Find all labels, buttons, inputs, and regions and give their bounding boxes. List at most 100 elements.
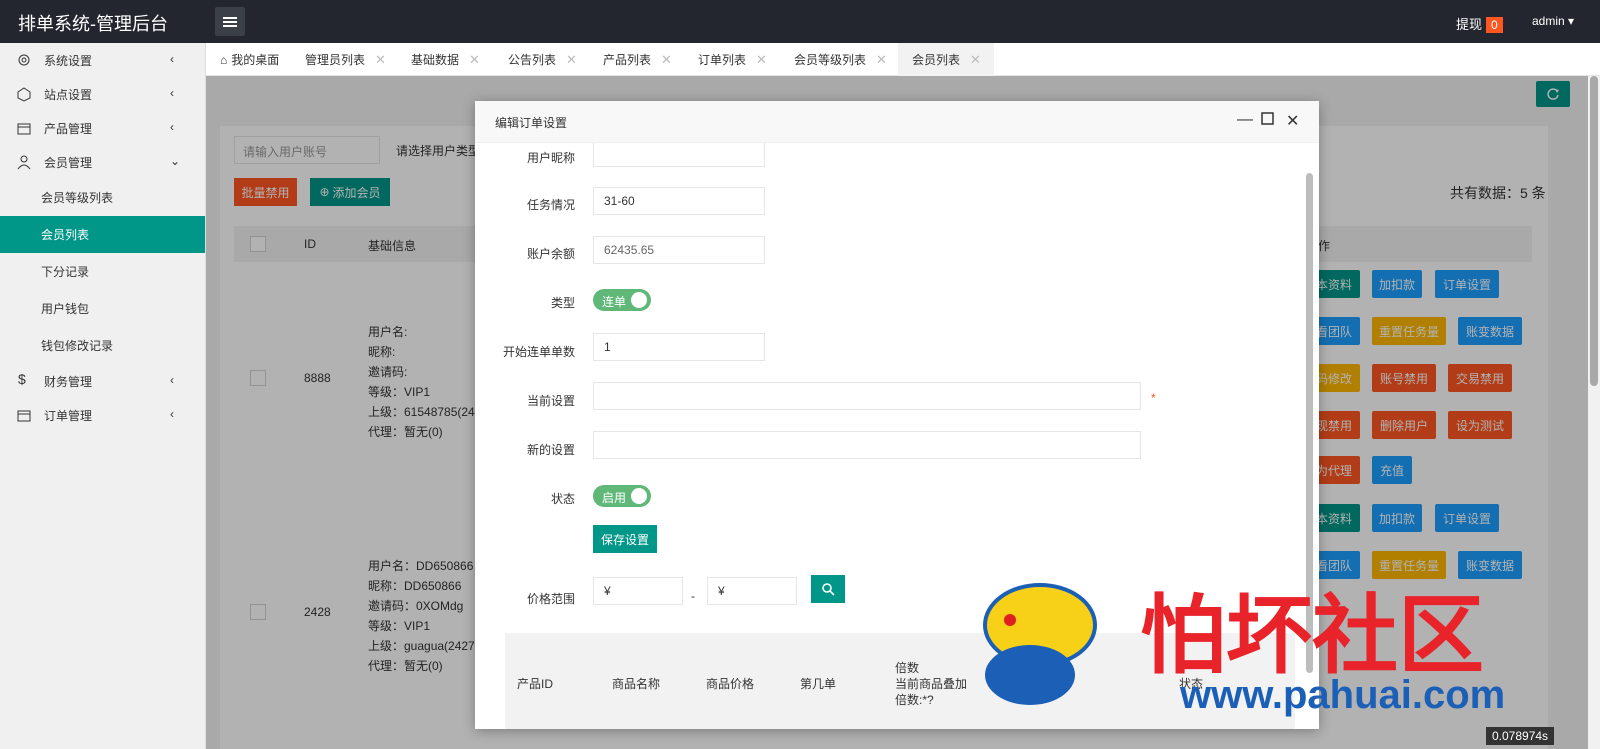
balance-input[interactable]: 62435.65	[593, 236, 765, 264]
sidebar-item-finance[interactable]: $ 财务管理 ‹	[0, 364, 205, 398]
column-header: 第几单	[800, 677, 837, 691]
column-header: 商品价格	[706, 677, 755, 691]
column-header: 倍数	[895, 661, 920, 675]
modal-title: 编辑订单设置	[495, 116, 568, 130]
tab-order-list[interactable]: 订单列表 ✕	[698, 43, 767, 76]
price-min-input[interactable]: ¥	[593, 577, 683, 605]
maximize-icon[interactable]	[1261, 112, 1274, 130]
withdraw-badge: 0	[1486, 17, 1503, 33]
sidebar-label: 会员管理	[44, 155, 93, 170]
nickname-input[interactable]	[593, 143, 765, 167]
type-switch-text: 连单	[602, 295, 627, 309]
sidebar-label: 站点设置	[44, 87, 93, 102]
close-icon[interactable]: ✕	[661, 52, 672, 68]
dollar-icon: $	[18, 371, 26, 387]
price-range-label: 价格范围	[526, 592, 575, 606]
fish-logo-icon	[983, 583, 1097, 705]
save-settings-button[interactable]: 保存设置	[593, 525, 657, 553]
column-header: 当前商品叠加	[895, 677, 968, 691]
menu-toggle-button[interactable]	[215, 7, 245, 36]
sidebar-label: 系统设置	[44, 53, 93, 68]
tab-label: 基础数据	[411, 53, 460, 67]
close-icon[interactable]: ✕	[469, 52, 480, 68]
status-switch-text: 启用	[602, 491, 627, 505]
search-button[interactable]	[811, 575, 845, 603]
switch-knob	[631, 292, 647, 308]
switch-knob	[631, 488, 647, 504]
tab-label: 我的桌面	[231, 53, 280, 67]
tab-product-list[interactable]: 产品列表 ✕	[603, 43, 672, 76]
sidebar-item-product[interactable]: 产品管理 ‹	[0, 111, 205, 145]
chevron-left-icon: ‹	[170, 373, 174, 387]
balance-label: 账户余额	[526, 247, 575, 261]
watermark-url: www.pahuai.com	[1180, 673, 1506, 717]
page-scrollbar[interactable]	[1588, 76, 1600, 749]
price-dash: -	[691, 589, 695, 603]
box-icon	[16, 120, 32, 136]
type-label: 类型	[550, 296, 575, 310]
home-icon: ⌂	[220, 52, 228, 67]
tab-bar: ⌂ 我的桌面 管理员列表 ✕ 基础数据 ✕ 公告列表 ✕ 产品列表 ✕ 订单列表 ✕ 会员等…	[206, 43, 1600, 76]
status-switch[interactable]: 启用	[593, 485, 651, 507]
tab-label: 管理员列表	[305, 53, 366, 67]
sidebar-item-withdraw-record[interactable]: 下分记录	[0, 253, 205, 290]
current-setting-label: 当前设置	[526, 394, 575, 408]
close-icon[interactable]: ✕	[1286, 111, 1299, 131]
chevron-down-icon: ⌄	[170, 154, 181, 168]
close-icon[interactable]: ✕	[970, 52, 981, 68]
column-header: 商品名称	[612, 677, 661, 691]
sidebar-item-wallet[interactable]: 用户钱包	[0, 290, 205, 327]
page-scroll-thumb[interactable]	[1590, 76, 1598, 386]
price-max-input[interactable]: ¥	[707, 577, 797, 605]
status-label: 状态	[550, 492, 575, 506]
tab-label: 会员列表	[912, 53, 961, 67]
box-icon	[16, 407, 32, 423]
gear-icon	[16, 52, 32, 68]
tab-home[interactable]: ⌂ 我的桌面	[220, 43, 279, 76]
tab-member-level[interactable]: 会员等级列表 ✕	[794, 43, 887, 76]
tab-base-data[interactable]: 基础数据 ✕	[411, 43, 480, 76]
close-icon[interactable]: ✕	[375, 52, 386, 68]
sidebar-item-member[interactable]: 会员管理 ⌄	[0, 145, 205, 179]
minimize-icon[interactable]: —	[1237, 111, 1253, 129]
username: admin	[1532, 14, 1565, 28]
withdraw-link[interactable]: 提现 0	[1456, 14, 1503, 33]
current-setting-input[interactable]	[593, 382, 1141, 410]
sidebar-item-member-list[interactable]: 会员列表	[0, 216, 205, 253]
sidebar-item-orders[interactable]: 订单管理 ‹	[0, 398, 205, 432]
sidebar-item-member-level[interactable]: 会员等级列表	[0, 179, 205, 216]
chevron-left-icon: ‹	[170, 52, 174, 66]
new-setting-input[interactable]	[593, 431, 1141, 459]
chevron-left-icon: ‹	[170, 120, 174, 134]
app-title: 排单系统-管理后台	[18, 14, 168, 34]
user-menu[interactable]: admin ▾	[1532, 14, 1574, 28]
tab-label: 产品列表	[603, 53, 652, 67]
debug-timer: 0.078974s	[1486, 727, 1555, 745]
chevron-left-icon: ‹	[170, 407, 174, 421]
menu-icon	[223, 16, 237, 27]
close-icon[interactable]: ✕	[566, 52, 577, 68]
close-icon[interactable]: ✕	[876, 52, 887, 68]
type-switch[interactable]: 连单	[593, 289, 651, 311]
sidebar-item-wallet-log[interactable]: 钱包修改记录	[0, 327, 205, 364]
sidebar-label: 财务管理	[44, 374, 93, 389]
tab-notice-list[interactable]: 公告列表 ✕	[508, 43, 577, 76]
task-input[interactable]: 31-60	[593, 187, 765, 215]
task-label: 任务情况	[526, 198, 575, 212]
tab-label: 公告列表	[508, 53, 557, 67]
withdraw-label: 提现	[1456, 17, 1483, 32]
sidebar-item-site[interactable]: 站点设置 ‹	[0, 77, 205, 111]
tab-member-list[interactable]: 会员列表 ✕	[898, 43, 994, 76]
sidebar: 系统设置 ‹ 站点设置 ‹ 产品管理 ‹ 会员管理 ⌄ 会员等级列表 会员列表 下分记录…	[0, 43, 206, 749]
site-icon	[16, 86, 32, 102]
chevron-left-icon: ‹	[170, 86, 174, 100]
column-header: 产品ID	[517, 677, 554, 691]
start-count-input[interactable]: 1	[593, 333, 765, 361]
sidebar-item-system[interactable]: 系统设置 ‹	[0, 43, 205, 77]
start-count-label: 开始连单单数	[502, 345, 575, 359]
tab-admin-list[interactable]: 管理员列表 ✕	[305, 43, 386, 76]
tab-label: 订单列表	[698, 53, 747, 67]
column-header: 倍数:*?	[895, 693, 934, 707]
close-icon[interactable]: ✕	[756, 52, 767, 68]
nickname-label: 用户昵称	[526, 151, 575, 165]
